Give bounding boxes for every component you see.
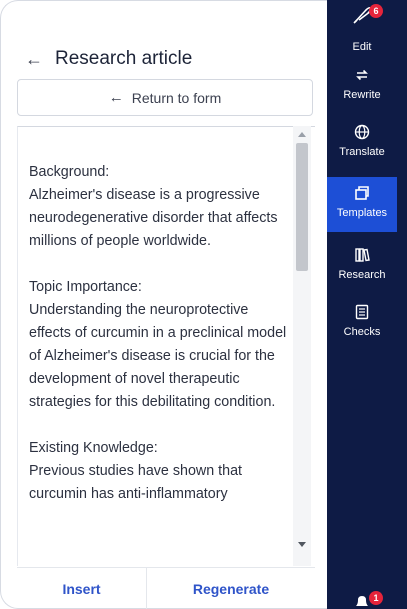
- page-title: Research article: [55, 48, 193, 69]
- scroll-down-icon[interactable]: [298, 542, 306, 547]
- regenerate-button[interactable]: Regenerate: [147, 568, 315, 609]
- rewrite-icon: [354, 64, 370, 86]
- paragraph-body: Alzheimer's disease is a progressive neu…: [29, 187, 278, 249]
- sidebar-item-translate[interactable]: Translate: [327, 121, 397, 171]
- sidebar-item-checks[interactable]: Checks: [327, 301, 397, 351]
- paragraph: Background: Alzheimer's disease is a pro…: [29, 161, 289, 253]
- sidebar-item-rewrite[interactable]: Rewrite: [327, 64, 397, 114]
- return-to-form-button[interactable]: ← Return to form: [17, 79, 313, 116]
- sidebar-item-label: Checks: [343, 326, 381, 338]
- panel-header: ← Research article: [25, 43, 192, 75]
- sidebar-item-label: Edit: [352, 41, 372, 53]
- scroll-up-icon[interactable]: [298, 132, 306, 137]
- back-arrow-icon[interactable]: ←: [25, 50, 43, 68]
- sidebar-item-edit[interactable]: Edit: [327, 38, 397, 58]
- template-panel: ← Research article ← Return to form Back…: [0, 0, 327, 609]
- notification-badge: 6: [369, 4, 383, 18]
- paragraph-heading: Background:: [29, 164, 110, 180]
- sidebar-item-templates[interactable]: Templates: [327, 177, 397, 232]
- sidebar-item-research[interactable]: Research: [327, 244, 397, 294]
- notification-badge: 1: [369, 591, 383, 605]
- arrow-left-icon: ←: [108, 89, 124, 106]
- globe-icon: [354, 121, 370, 143]
- sidebar-item-label: Templates: [336, 207, 388, 219]
- scrollbar-thumb[interactable]: [296, 143, 308, 271]
- paragraph: Existing Knowledge: Previous studies hav…: [29, 437, 289, 506]
- notifications-bell-icon[interactable]: [353, 592, 371, 609]
- generated-text-area[interactable]: Background: Alzheimer's disease is a pro…: [17, 126, 315, 566]
- paragraph-heading: Existing Knowledge:: [29, 440, 158, 456]
- sidebar-item-label: Rewrite: [343, 89, 381, 101]
- insert-button[interactable]: Insert: [17, 568, 147, 609]
- templates-icon: [354, 182, 370, 204]
- checklist-icon: [354, 301, 370, 323]
- panel-footer: Insert Regenerate: [17, 567, 315, 609]
- paragraph-body: Previous studies have shown that curcumi…: [29, 463, 242, 502]
- sidebar-item-label: Translate: [339, 146, 385, 158]
- generated-text: Background: Alzheimer's disease is a pro…: [29, 161, 289, 529]
- paragraph: Topic Importance: Understanding the neur…: [29, 276, 289, 414]
- paragraph-body: Understanding the neuroprotective effect…: [29, 302, 287, 410]
- sidebar-rail: 6 Edit Rewrite Translate Templates Resea…: [327, 0, 407, 609]
- paragraph-heading: Topic Importance:: [29, 279, 142, 295]
- books-icon: [354, 244, 370, 266]
- sidebar-item-label: Research: [338, 269, 386, 281]
- return-to-form-label: Return to form: [131, 89, 222, 106]
- app-frame: ← Research article ← Return to form Back…: [0, 0, 407, 609]
